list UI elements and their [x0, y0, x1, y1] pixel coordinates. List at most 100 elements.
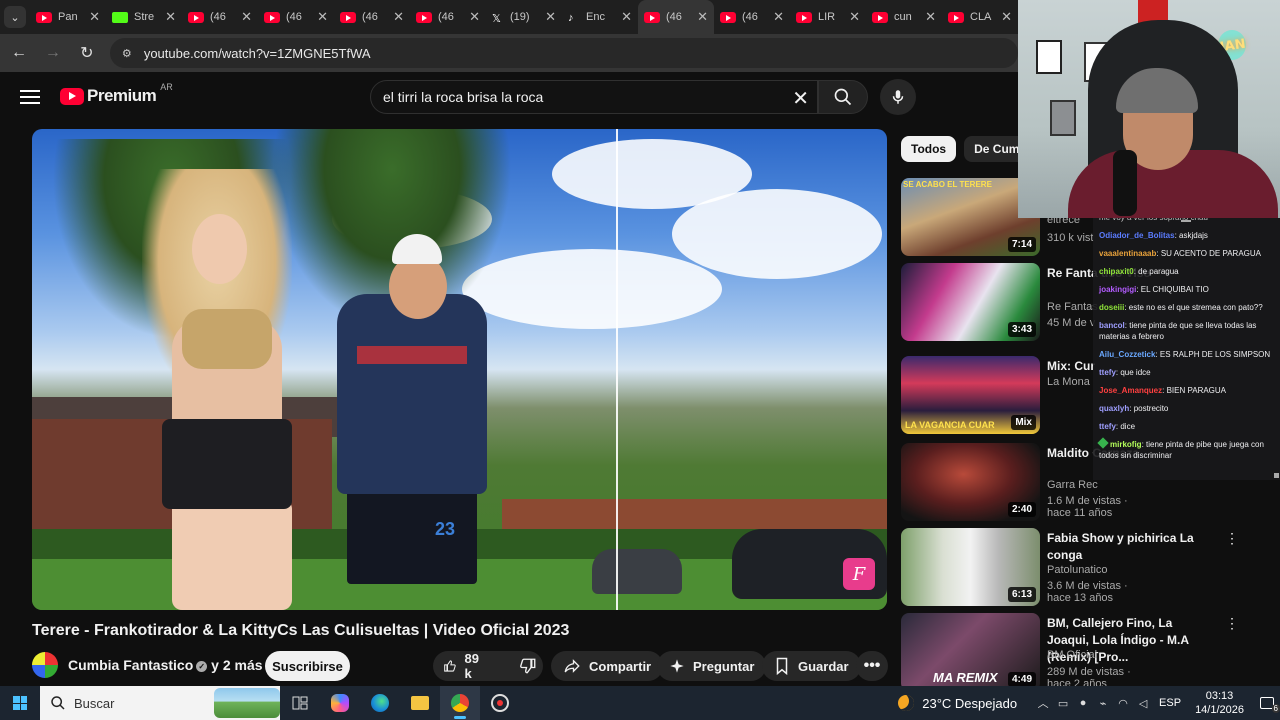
- channel-watermark-icon[interactable]: F: [843, 558, 875, 590]
- volume-icon[interactable]: ◁: [1133, 697, 1153, 710]
- recommendation-thumbnail[interactable]: 2:40: [901, 443, 1040, 521]
- chevron-up-icon[interactable]: ︿: [1033, 695, 1053, 711]
- chat-username[interactable]: mirkofig: [1110, 440, 1142, 449]
- browser-tab[interactable]: Pan ✕: [30, 0, 106, 34]
- chrome-app[interactable]: [440, 686, 480, 720]
- chat-username[interactable]: ttefy: [1099, 368, 1116, 377]
- recorder-app[interactable]: [480, 686, 520, 720]
- recommendation-item[interactable]: 6:13 Fabia Show y pichirica La conga Pat…: [901, 528, 1239, 608]
- back-button[interactable]: ←: [4, 38, 34, 68]
- taskbar-search[interactable]: Buscar: [40, 686, 280, 720]
- browser-tab[interactable]: (46 ✕: [638, 0, 714, 34]
- chip-todos[interactable]: Todos: [901, 136, 957, 162]
- close-tab-icon[interactable]: ✕: [241, 9, 252, 25]
- chat-username[interactable]: doseiii: [1099, 303, 1124, 312]
- recommendation-thumbnail[interactable]: 3:43: [901, 263, 1040, 341]
- recommendation-thumbnail[interactable]: 6:13: [901, 528, 1040, 606]
- reload-button[interactable]: ↻: [72, 38, 102, 68]
- chat-message: quaxlyh: postrecito: [1099, 404, 1169, 413]
- close-tab-icon[interactable]: ✕: [165, 9, 176, 25]
- more-vertical-icon[interactable]: ⋮: [1225, 530, 1239, 547]
- more-vertical-icon[interactable]: ⋮: [1225, 615, 1239, 632]
- browser-tab[interactable]: (46 ✕: [714, 0, 790, 34]
- start-button[interactable]: [0, 686, 40, 720]
- close-tab-icon[interactable]: ✕: [469, 9, 480, 25]
- moon-icon: [898, 695, 915, 711]
- recommendation-item[interactable]: MA REMIX 4:49 BM, Callejero Fino, La Joa…: [901, 613, 1239, 693]
- channel-name[interactable]: Cumbia Fantastico ✓ y 2 más: [68, 657, 263, 673]
- device-icon[interactable]: ▭: [1053, 697, 1073, 710]
- hamburger-menu-button[interactable]: [18, 86, 42, 108]
- browser-tab[interactable]: (46 ✕: [334, 0, 410, 34]
- video-player[interactable]: 23 F: [32, 129, 887, 610]
- browser-tab[interactable]: CLA ✕: [942, 0, 1018, 34]
- clock[interactable]: 03:13 14/1/2026: [1195, 689, 1244, 717]
- address-bar[interactable]: ⚙ youtube.com/watch?v=1ZMGNE5TfWA: [109, 38, 1018, 68]
- tab-search-button[interactable]: ⌄: [0, 0, 30, 34]
- recommendation-thumbnail[interactable]: LA VAGANCIA CUAR Mix: [901, 356, 1040, 434]
- search-button[interactable]: [818, 80, 868, 114]
- close-tab-icon[interactable]: ✕: [89, 9, 100, 25]
- youtube-premium-logo[interactable]: Premium AR: [60, 82, 173, 106]
- chat-username[interactable]: vaaalentinaaab: [1099, 249, 1156, 258]
- browser-tab[interactable]: LIR ✕: [790, 0, 866, 34]
- chat-scroll-handle[interactable]: [1181, 218, 1191, 222]
- share-button[interactable]: Compartir: [551, 651, 664, 681]
- save-button[interactable]: Guardar: [762, 651, 861, 681]
- close-tab-icon[interactable]: ✕: [773, 9, 784, 25]
- voice-search-button[interactable]: [880, 79, 916, 115]
- microphone-icon[interactable]: ●: [1073, 697, 1093, 709]
- recommendation-thumbnail[interactable]: MA REMIX 4:49: [901, 613, 1040, 691]
- forward-button[interactable]: →: [38, 38, 68, 68]
- weather-widget[interactable]: 23°C Despejado: [898, 695, 1017, 711]
- notifications-button[interactable]: 6: [1254, 693, 1280, 713]
- browser-tab[interactable]: Stre ✕: [106, 0, 182, 34]
- file-explorer-app[interactable]: [400, 686, 440, 720]
- close-tab-icon[interactable]: ✕: [317, 9, 328, 25]
- chat-username[interactable]: Odiador_de_Bolitas: [1099, 231, 1175, 240]
- tab-title: (46: [438, 11, 454, 23]
- tab-title: Pan: [58, 11, 78, 23]
- close-tab-icon[interactable]: ✕: [545, 9, 556, 25]
- close-tab-icon[interactable]: ✕: [849, 9, 860, 25]
- usb-icon[interactable]: ⌁: [1093, 697, 1113, 710]
- browser-tab[interactable]: cun ✕: [866, 0, 942, 34]
- chat-scroll-down-button[interactable]: [1274, 473, 1279, 478]
- site-info-icon[interactable]: ⚙: [118, 44, 136, 62]
- browser-tab[interactable]: (46 ✕: [258, 0, 334, 34]
- search-input[interactable]: el tirri la roca brisa la roca ✕: [370, 80, 818, 114]
- close-tab-icon[interactable]: ✕: [621, 9, 632, 25]
- close-tab-icon[interactable]: ✕: [697, 9, 708, 25]
- task-view-button[interactable]: [280, 686, 320, 720]
- chat-username[interactable]: Jose_Amanquez: [1099, 386, 1162, 395]
- browser-tab[interactable]: 𝕏 (19) ✕: [486, 0, 562, 34]
- copilot-app[interactable]: [320, 686, 360, 720]
- dislike-button[interactable]: [509, 651, 547, 681]
- video-duration: 4:49: [1007, 672, 1036, 687]
- chat-username[interactable]: chipaxit0: [1099, 267, 1134, 276]
- chat-text: ES RALPH DE LOS SIMPSON: [1159, 350, 1271, 359]
- channel-avatar[interactable]: [32, 652, 58, 678]
- ask-button[interactable]: Preguntar: [657, 651, 767, 681]
- clear-search-button[interactable]: ✕: [792, 86, 809, 111]
- browser-tab[interactable]: ♪ Enc ✕: [562, 0, 638, 34]
- chat-username[interactable]: quaxlyh: [1099, 404, 1129, 413]
- tab-title: (46: [210, 11, 226, 23]
- language-indicator[interactable]: ESP: [1153, 697, 1187, 709]
- browser-tab[interactable]: (46 ✕: [182, 0, 258, 34]
- close-tab-icon[interactable]: ✕: [393, 9, 404, 25]
- subscribe-button[interactable]: Suscribirse: [265, 651, 350, 681]
- close-tab-icon[interactable]: ✕: [1001, 9, 1012, 25]
- edge-app[interactable]: [360, 686, 400, 720]
- more-horizontal-icon: •••: [863, 657, 881, 674]
- close-tab-icon[interactable]: ✕: [925, 9, 936, 25]
- chat-username[interactable]: joakingigi: [1099, 285, 1136, 294]
- wifi-icon[interactable]: ◠: [1113, 697, 1133, 710]
- browser-tab[interactable]: (46 ✕: [410, 0, 486, 34]
- chat-username[interactable]: ttefy: [1099, 422, 1116, 431]
- chat-text: postrecito: [1133, 404, 1169, 413]
- like-button[interactable]: 89 k: [433, 651, 493, 681]
- chat-username[interactable]: Ailu_Cozzetick: [1099, 350, 1155, 359]
- chat-username[interactable]: bancol: [1099, 321, 1125, 330]
- more-actions-button[interactable]: •••: [856, 651, 888, 681]
